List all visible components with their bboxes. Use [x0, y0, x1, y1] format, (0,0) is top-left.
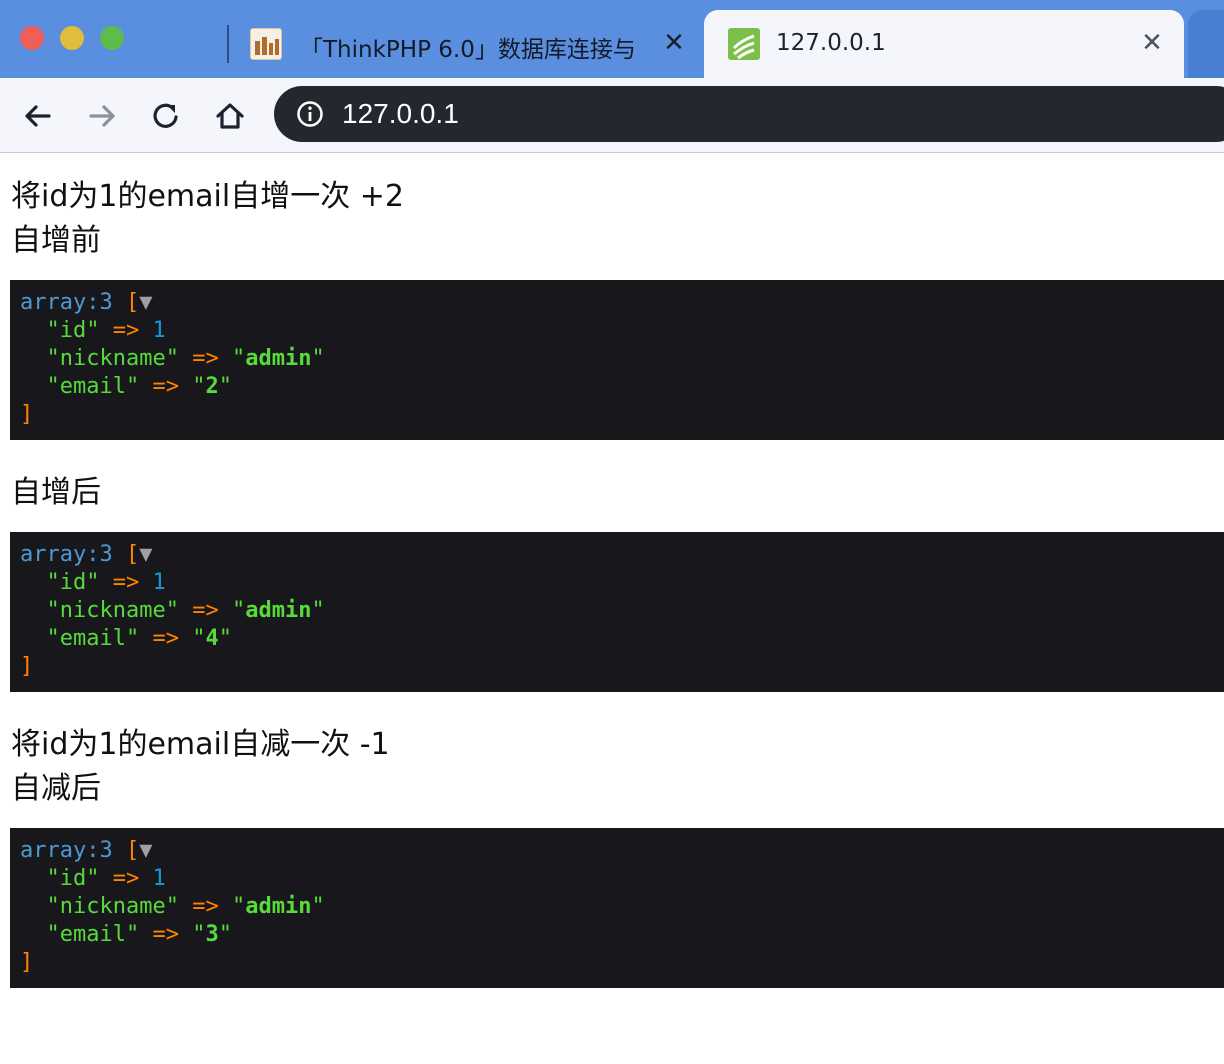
close-window-button[interactable]: [20, 26, 44, 50]
dump-entry: "email" => "4": [46, 626, 232, 651]
dump-entry: "nickname" => "admin": [46, 598, 325, 623]
tab-thinkphp-article[interactable]: 「ThinkPHP 6.0」数据库连接与 ✕: [236, 10, 696, 78]
site-favicon-icon: [250, 28, 282, 60]
tab-localhost[interactable]: 127.0.0.1 ✕: [704, 10, 1184, 78]
thinkphp-favicon-icon: [728, 28, 760, 60]
dump-header: array:3 [▼: [20, 542, 153, 567]
dump-entry: "id" => 1: [46, 570, 166, 595]
arrow-left-icon[interactable]: [18, 96, 58, 136]
increment-heading: 将id为1的email自增一次 +2: [11, 179, 404, 214]
tab-title: 127.0.0.1: [776, 30, 886, 56]
var-dump-before: array:3 [▼ "id" => 1 "nickname" => "admi…: [10, 280, 1224, 440]
dump-entry: "nickname" => "admin": [46, 894, 325, 919]
dump-entry: "email" => "2": [46, 374, 232, 399]
address-bar[interactable]: 127.0.0.1: [274, 86, 1224, 142]
dump-header: array:3 [▼: [20, 290, 153, 315]
before-increment-label: 自增前: [11, 223, 101, 258]
dump-entry: "nickname" => "admin": [46, 346, 325, 371]
dump-footer: ]: [20, 654, 34, 679]
collapse-toggle-icon[interactable]: ▼: [139, 838, 152, 863]
dump-footer: ]: [20, 402, 34, 427]
dump-entry: "email" => "3": [46, 922, 232, 947]
close-icon[interactable]: ✕: [660, 29, 688, 57]
browser-toolbar: 127.0.0.1: [0, 78, 1224, 153]
home-icon[interactable]: [210, 96, 250, 136]
url-text[interactable]: 127.0.0.1: [342, 98, 459, 130]
dump-entry: "id" => 1: [46, 318, 166, 343]
var-dump-after-decrement: array:3 [▼ "id" => 1 "nickname" => "admi…: [10, 828, 1224, 988]
minimize-window-button[interactable]: [60, 26, 84, 50]
after-decrement-label: 自减后: [11, 771, 101, 806]
reload-icon[interactable]: [146, 96, 186, 136]
arrow-right-icon[interactable]: [82, 96, 122, 136]
decrement-heading: 将id为1的email自减一次 -1: [11, 727, 390, 762]
after-increment-label: 自增后: [11, 475, 101, 510]
var-dump-after-increment: array:3 [▼ "id" => 1 "nickname" => "admi…: [10, 532, 1224, 692]
collapse-toggle-icon[interactable]: ▼: [139, 290, 152, 315]
dump-entry: "id" => 1: [46, 866, 166, 891]
tab-divider: [227, 25, 229, 63]
collapse-toggle-icon[interactable]: ▼: [139, 542, 152, 567]
maximize-window-button[interactable]: [100, 26, 124, 50]
tab-title: 「ThinkPHP 6.0」数据库连接与: [300, 37, 636, 63]
close-icon[interactable]: ✕: [1138, 29, 1166, 57]
partial-tab[interactable]: [1188, 10, 1224, 78]
info-icon[interactable]: [296, 100, 324, 128]
dump-header: array:3 [▼: [20, 838, 153, 863]
tab-strip: 「ThinkPHP 6.0」数据库连接与 ✕ 127.0.0.1 ✕: [0, 0, 1224, 78]
dump-footer: ]: [20, 950, 34, 975]
